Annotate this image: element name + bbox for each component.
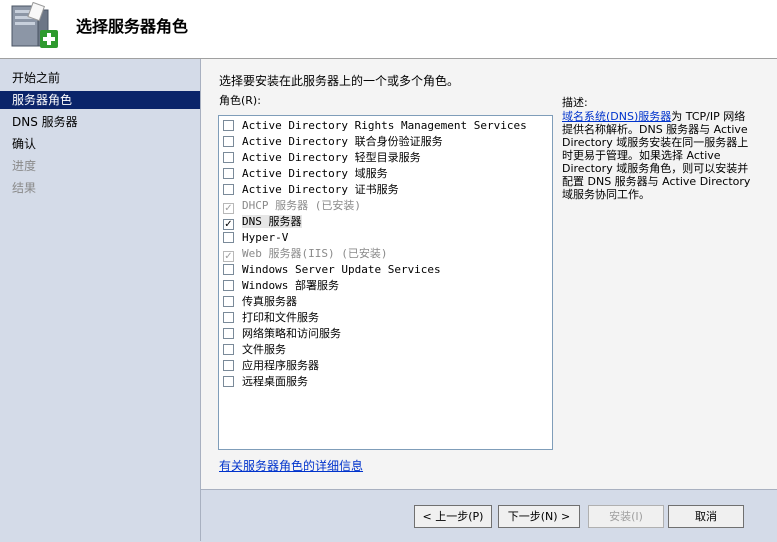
next-button[interactable]: 下一步(N) > (498, 505, 580, 528)
checkbox-checked-icon: ✓ (223, 251, 234, 262)
role-label: 传真服务器 (242, 295, 297, 308)
role-list-item[interactable]: Active Directory 联合身份验证服务 (223, 134, 443, 149)
role-label: Windows 部署服务 (242, 279, 339, 292)
checkbox-checked-icon: ✓ (223, 203, 234, 214)
more-info-link[interactable]: 有关服务器角色的详细信息 (219, 457, 363, 474)
nav-item[interactable]: DNS 服务器 (0, 113, 200, 131)
description-body: 为 TCP/IP 网络提供名称解析。DNS 服务器与 Active Direct… (562, 110, 751, 201)
checkbox-icon[interactable] (223, 296, 234, 307)
checkbox-icon[interactable] (223, 168, 234, 179)
role-list-item[interactable]: Active Directory 域服务 (223, 166, 388, 181)
wizard-footer: < 上一步(P) 下一步(N) > 安装(I) 取消 (201, 489, 777, 542)
role-label: 网络策略和访问服务 (242, 327, 341, 340)
checkbox-icon[interactable] (223, 376, 234, 387)
description-text: 域名系统(DNS)服务器为 TCP/IP 网络提供名称解析。DNS 服务器与 A… (562, 110, 756, 201)
role-list-item: ✓ DHCP 服务器 (已安装) (223, 198, 361, 214)
role-label: Web 服务器(IIS) (已安装) (242, 247, 388, 260)
nav-item: 结果 (12, 181, 37, 195)
role-list-item[interactable]: 网络策略和访问服务 (223, 326, 341, 341)
role-list-item: ✓ Web 服务器(IIS) (已安装) (223, 246, 388, 262)
role-list-item[interactable]: Active Directory 轻型目录服务 (223, 150, 421, 165)
page-title: 选择服务器角色 (76, 17, 189, 36)
role-label: Active Directory 轻型目录服务 (242, 151, 421, 164)
role-label: Active Directory 证书服务 (242, 183, 399, 196)
nav-item: 进度 (12, 159, 37, 173)
role-label: DNS 服务器 (242, 215, 302, 228)
role-label: Active Directory 域服务 (242, 167, 388, 180)
role-list-item[interactable]: 应用程序服务器 (223, 358, 319, 373)
role-list-item[interactable]: 传真服务器 (223, 294, 297, 309)
wizard-header: 选择服务器角色 (0, 0, 777, 59)
dns-server-link[interactable]: 域名系统(DNS)服务器 (562, 110, 671, 123)
role-list-item[interactable]: 打印和文件服务 (223, 310, 319, 325)
cancel-button[interactable]: 取消 (668, 505, 744, 528)
role-label: Active Directory Rights Management Servi… (242, 119, 527, 132)
install-button[interactable]: 安装(I) (588, 505, 664, 528)
checkbox-icon[interactable] (223, 360, 234, 371)
prev-button[interactable]: < 上一步(P) (414, 505, 492, 528)
wizard-nav: 开始之前服务器角色 DNS 服务器 确认进度结果 (0, 59, 201, 541)
checkbox-icon[interactable] (223, 344, 234, 355)
role-label: 远程桌面服务 (242, 375, 308, 388)
role-label: 打印和文件服务 (242, 311, 319, 324)
role-list-item[interactable]: 文件服务 (223, 342, 286, 357)
checkbox-icon[interactable] (223, 312, 234, 323)
nav-item[interactable]: 服务器角色 (0, 91, 200, 109)
roles-label: 角色(R): (219, 94, 261, 107)
checkbox-icon[interactable] (223, 184, 234, 195)
checkbox-icon[interactable] (223, 152, 234, 163)
checkbox-checked-icon[interactable]: ✓ (223, 219, 234, 230)
checkbox-icon[interactable] (223, 280, 234, 291)
server-add-icon (11, 2, 58, 48)
main-content: 选择要安装在此服务器上的一个或多个角色。 角色(R): Active Direc… (201, 59, 777, 489)
role-label: DHCP 服务器 (已安装) (242, 199, 361, 212)
role-list-item[interactable]: 远程桌面服务 (223, 374, 308, 389)
role-list-item[interactable]: Active Directory 证书服务 (223, 182, 399, 197)
role-list-item[interactable]: Active Directory Rights Management Servi… (223, 118, 527, 133)
nav-item[interactable]: 确认 (0, 135, 200, 153)
checkbox-icon[interactable] (223, 120, 234, 131)
instruction-text: 选择要安装在此服务器上的一个或多个角色。 (219, 74, 460, 88)
checkbox-icon[interactable] (223, 328, 234, 339)
checkbox-icon[interactable] (223, 232, 234, 243)
roles-listbox[interactable]: Active Directory Rights Management Servi… (218, 115, 553, 450)
role-label: Hyper-V (242, 231, 289, 244)
role-list-item[interactable]: Windows 部署服务 (223, 278, 339, 293)
checkbox-icon[interactable] (223, 136, 234, 147)
nav-item[interactable]: 开始之前 (0, 69, 200, 87)
role-list-item[interactable]: Windows Server Update Services (223, 262, 441, 277)
role-label: Active Directory 联合身份验证服务 (242, 135, 443, 148)
role-list-item[interactable]: Hyper-V (223, 230, 288, 245)
role-label: 应用程序服务器 (242, 359, 319, 372)
checkbox-icon[interactable] (223, 264, 234, 275)
role-list-item[interactable]: ✓ DNS 服务器 (223, 214, 302, 230)
role-label: 文件服务 (242, 343, 286, 356)
role-label: Windows Server Update Services (242, 263, 441, 276)
description-title: 描述: (562, 96, 588, 109)
